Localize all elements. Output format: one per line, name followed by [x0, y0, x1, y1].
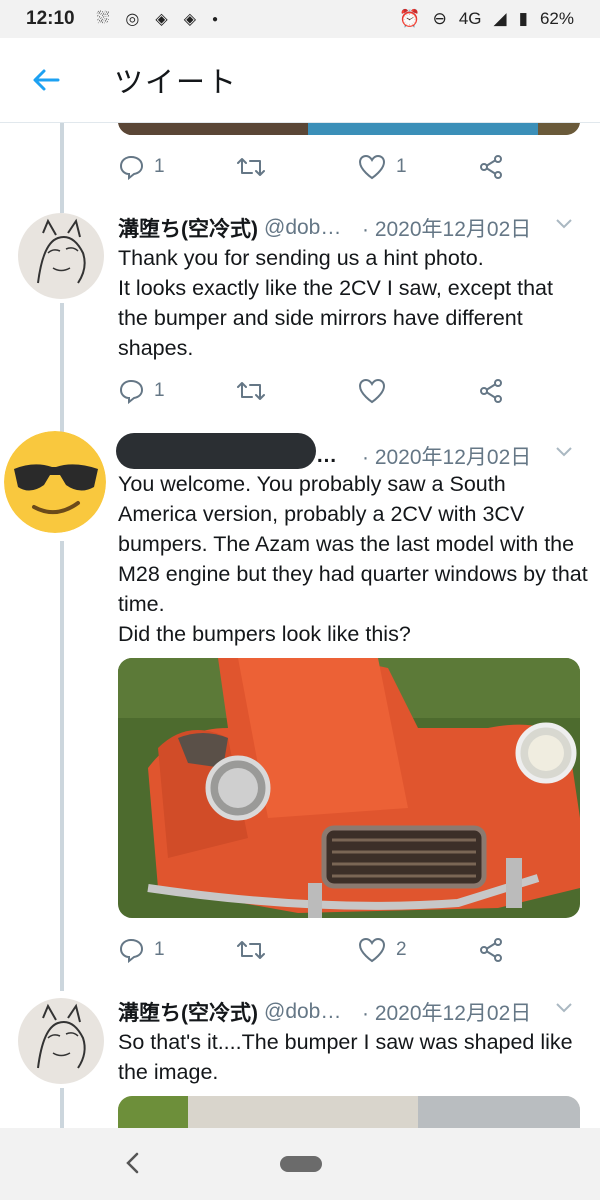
like-icon: [358, 154, 386, 180]
page-title: ツイート: [114, 67, 239, 99]
author-handle[interactable]: @dob…: [264, 1000, 341, 1024]
tweet-header: … · 2020年12月02日: [118, 441, 580, 471]
retweet-icon: [237, 158, 265, 176]
dot-icon: ●: [212, 13, 219, 25]
tweet-thread[interactable]: 1 1 溝堕ち(空冷式) @dob… · 2020年12月02日 Thank y…: [0, 123, 600, 1128]
notification-icon: ◈: [183, 11, 197, 28]
avatar[interactable]: [18, 998, 104, 1084]
tweet-text: So that's it....The bumper I saw was sha…: [118, 1030, 573, 1084]
thread-line: [60, 303, 64, 451]
reply-button[interactable]: 1: [118, 154, 165, 180]
retweet-button[interactable]: [236, 938, 266, 962]
retweet-button[interactable]: [236, 379, 266, 403]
tweet-date: · 2020年12月02日: [362, 1002, 532, 1025]
name-ellipsis: …: [316, 444, 337, 467]
reply-button[interactable]: 1: [118, 378, 165, 404]
reply-count: 1: [154, 156, 165, 177]
notification-icon: ◎: [125, 11, 140, 28]
network-label: 4G: [458, 9, 482, 28]
thread-line: [60, 123, 64, 213]
system-nav-bar: [0, 1128, 600, 1200]
reply-count: 1: [154, 380, 165, 401]
notification-icon: ⛆: [96, 10, 110, 27]
reply-icon: [119, 938, 144, 963]
status-right: ⏰ ⊖ 4G ◢ ▮ 62%: [399, 9, 574, 29]
share-button[interactable]: [478, 378, 504, 404]
author-name[interactable]: 溝堕ち(空冷式): [118, 213, 258, 243]
tweet-actions: 1 2: [118, 930, 508, 970]
home-pill[interactable]: [280, 1156, 322, 1172]
tweet-actions: 1 1: [118, 147, 508, 187]
share-button[interactable]: [478, 937, 504, 963]
nav-back-icon[interactable]: [124, 1150, 142, 1176]
thread-line: [60, 1088, 64, 1128]
battery-icon: ▮: [518, 9, 528, 28]
tweet-header: 溝堕ち(空冷式) @dob… · 2020年12月02日: [118, 213, 580, 243]
author-handle[interactable]: @dob…: [264, 216, 341, 240]
tweet-image-partial[interactable]: [118, 123, 580, 135]
like-count: 2: [396, 939, 407, 960]
status-time: 12:10: [26, 8, 75, 29]
like-button[interactable]: [358, 378, 396, 404]
like-button[interactable]: 1: [358, 154, 407, 180]
notification-icon: ◈: [155, 11, 168, 28]
reply-icon: [119, 379, 144, 404]
thread-line: [60, 541, 64, 991]
share-icon: [480, 379, 502, 403]
like-button[interactable]: 2: [358, 937, 407, 963]
like-icon: [358, 937, 386, 963]
tweet-image[interactable]: [118, 658, 580, 918]
tweet-text: Thank you for sending us a hint photo. I…: [118, 246, 553, 360]
tweet-date: · 2020年12月02日: [362, 218, 532, 241]
signal-icon: ◢: [493, 9, 507, 28]
tweet-date: · 2020年12月02日: [362, 446, 532, 469]
caret-down-icon[interactable]: [554, 445, 574, 459]
top-bar: ツイート: [0, 38, 600, 123]
retweet-icon: [237, 382, 265, 400]
reply-icon: [119, 155, 144, 180]
retweet-button[interactable]: [236, 155, 266, 179]
tweet-header: 溝堕ち(空冷式) @dob… · 2020年12月02日: [118, 997, 580, 1027]
reply-button[interactable]: 1: [118, 937, 165, 963]
battery-label: 62%: [539, 9, 574, 28]
avatar[interactable]: [18, 213, 104, 299]
status-bar: 12:10 ⛆ ◎ ◈ ◈ ● ⏰ ⊖ 4G ◢ ▮ 62%: [0, 0, 600, 38]
caret-down-icon[interactable]: [554, 1001, 574, 1015]
share-icon: [480, 155, 502, 179]
share-icon: [480, 938, 502, 962]
like-count: 1: [396, 156, 407, 177]
dnd-icon: ⊖: [432, 9, 447, 28]
share-button[interactable]: [478, 154, 504, 180]
alarm-icon: ⏰: [399, 9, 421, 28]
author-name[interactable]: 溝堕ち(空冷式): [118, 997, 258, 1027]
reply-count: 1: [154, 939, 165, 960]
tweet-actions: 1: [118, 371, 508, 411]
tweet-text: You welcome. You probably saw a South Am…: [118, 472, 588, 646]
retweet-icon: [237, 941, 265, 959]
caret-down-icon[interactable]: [554, 217, 574, 231]
tweet-image-partial[interactable]: [118, 1096, 580, 1128]
like-icon: [358, 378, 386, 404]
notification-icons: ⛆ ◎ ◈ ◈ ●: [97, 9, 218, 29]
avatar[interactable]: [4, 431, 106, 533]
back-arrow-icon[interactable]: [26, 60, 66, 100]
